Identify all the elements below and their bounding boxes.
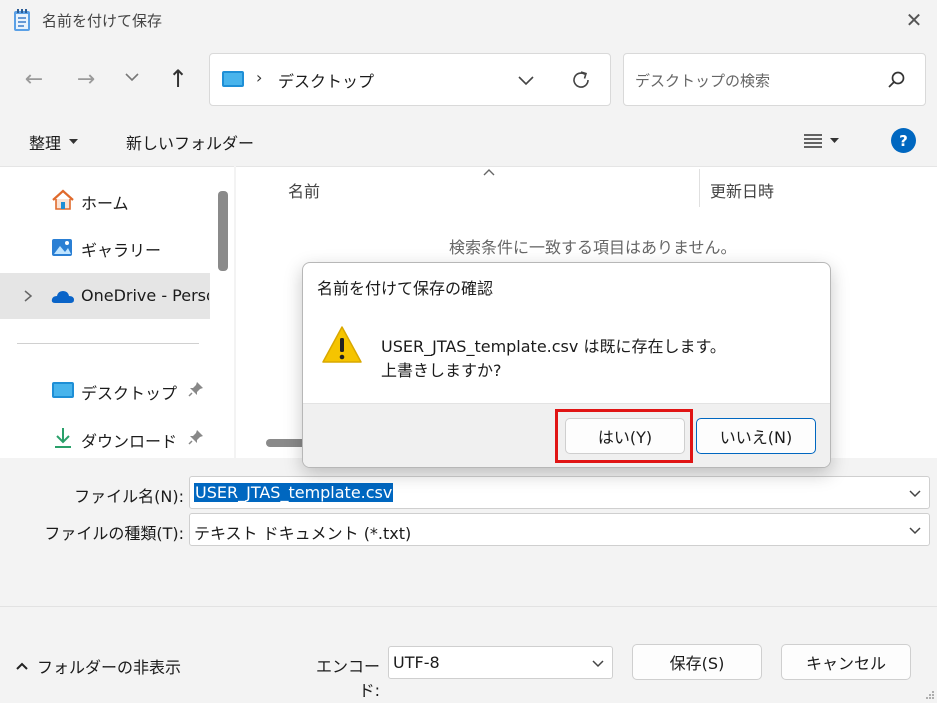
sidebar-scrollbar[interactable]	[213, 167, 234, 459]
resize-grip-icon[interactable]	[925, 690, 935, 700]
caret-down-icon	[830, 138, 839, 143]
filename-label: ファイル名(N):	[74, 487, 184, 506]
forward-button[interactable]: →	[69, 62, 103, 96]
filetype-select[interactable]: テキスト ドキュメント (*.txt)	[189, 513, 930, 546]
up-button[interactable]: ↑	[161, 62, 195, 96]
chevron-down-icon[interactable]	[907, 485, 923, 501]
download-icon	[55, 428, 71, 448]
view-options-button[interactable]	[804, 128, 852, 154]
cancel-button[interactable]: キャンセル	[781, 644, 911, 680]
sidebar-item-desktop[interactable]: デスクトップ	[0, 367, 210, 413]
list-view-icon	[804, 134, 822, 148]
chevron-right-icon[interactable]	[22, 287, 34, 305]
sidebar-item-label: ダウンロード	[81, 432, 178, 451]
back-button[interactable]: ←	[17, 62, 51, 96]
sidebar-item-label: OneDrive - Perso	[81, 286, 209, 305]
save-form: ファイル名(N): USER_JTAS_template.csv ファイルの種類…	[0, 458, 937, 703]
search-input[interactable]: デスクトップの検索	[635, 70, 770, 91]
home-icon	[52, 189, 74, 210]
breadcrumb-separator: ›	[256, 68, 263, 87]
chevron-down-icon[interactable]	[590, 655, 606, 671]
sidebar-item-onedrive[interactable]: OneDrive - Perso	[0, 273, 210, 319]
sort-ascending-icon	[483, 169, 495, 176]
sidebar-item-label: ギャラリー	[81, 241, 162, 260]
command-bar: 整理 新しいフォルダー ?	[0, 116, 937, 166]
dialog-title: 名前を付けて保存の確認	[317, 279, 494, 298]
chevron-down-icon[interactable]	[907, 522, 923, 538]
sidebar-item-home[interactable]: ホーム	[0, 177, 210, 223]
chevron-down-icon	[125, 73, 139, 82]
filetype-label: ファイルの種類(T):	[44, 524, 184, 543]
dialog-button-bar: はい(Y) いいえ(N)	[303, 403, 830, 467]
notepad-app-icon	[14, 9, 30, 31]
refresh-icon[interactable]	[568, 68, 594, 92]
dialog-message-line1: USER_JTAS_template.csv は既に存在します。	[381, 337, 726, 356]
dialog-body: USER_JTAS_template.csv は既に存在します。 上書きしますか…	[303, 307, 830, 403]
filename-combobox[interactable]: USER_JTAS_template.csv	[189, 476, 930, 509]
column-divider[interactable]	[699, 169, 700, 207]
onedrive-icon	[51, 291, 74, 303]
save-button[interactable]: 保存(S)	[632, 644, 762, 680]
sidebar-divider	[17, 343, 199, 344]
gallery-icon	[52, 239, 72, 256]
title-bar: 名前を付けて保存 ✕	[0, 0, 937, 42]
address-bar[interactable]: › デスクトップ	[209, 53, 611, 106]
encoding-value: UTF-8	[393, 653, 440, 672]
forward-arrow-icon: →	[76, 66, 96, 92]
encoding-label: エンコード:	[315, 657, 380, 700]
footer-divider	[0, 606, 937, 607]
close-icon: ✕	[905, 8, 923, 32]
dialog-message-line2: 上書きしますか?	[381, 361, 502, 380]
pin-icon[interactable]	[188, 429, 204, 445]
desktop-folder-icon	[52, 382, 74, 398]
overwrite-confirm-dialog: 名前を付けて保存の確認 USER_JTAS_template.csv は既に存在…	[302, 262, 831, 468]
scrollbar-thumb[interactable]	[266, 439, 306, 447]
search-box[interactable]: デスクトップの検索	[623, 53, 926, 106]
desktop-folder-icon	[222, 71, 244, 87]
hide-folders-label: フォルダーの非表示	[37, 658, 182, 677]
chevron-up-icon	[16, 662, 28, 670]
scrollbar-thumb[interactable]	[218, 191, 228, 271]
filename-input[interactable]: USER_JTAS_template.csv	[194, 483, 394, 502]
pin-icon[interactable]	[188, 381, 204, 397]
organize-label: 整理	[29, 134, 62, 153]
column-header-name[interactable]: 名前	[288, 178, 320, 202]
sidebar-item-label: ホーム	[81, 194, 129, 213]
filename-selected-text: USER_JTAS_template.csv	[194, 483, 394, 502]
sidebar-item-label: デスクトップ	[81, 384, 178, 403]
new-folder-button[interactable]: 新しいフォルダー	[126, 130, 254, 154]
close-button[interactable]: ✕	[898, 6, 930, 34]
sidebar-item-downloads[interactable]: ダウンロード	[0, 415, 210, 461]
column-header-modified[interactable]: 更新日時	[710, 178, 774, 202]
encoding-select[interactable]: UTF-8	[388, 646, 613, 679]
back-arrow-icon: ←	[24, 66, 44, 92]
recent-locations-button[interactable]	[115, 60, 149, 94]
address-history-chevron-icon[interactable]	[514, 69, 538, 91]
navigation-pane: ホーム ギャラリー OneDrive - Perso デスクトップ ダウンロード	[0, 166, 234, 461]
breadcrumb-desktop[interactable]: デスクトップ	[278, 68, 374, 92]
search-icon[interactable]	[886, 70, 906, 90]
filetype-value: テキスト ドキュメント (*.txt)	[194, 524, 412, 543]
hide-folders-toggle[interactable]: フォルダーの非表示	[15, 654, 181, 678]
up-arrow-icon: ↑	[167, 65, 189, 93]
warning-icon	[322, 326, 362, 363]
help-icon: ?	[899, 131, 908, 150]
organize-menu-button[interactable]: 整理	[29, 130, 79, 154]
caret-down-icon	[69, 139, 79, 144]
empty-list-message: 検索条件に一致する項目はありません。	[449, 238, 737, 257]
help-button[interactable]: ?	[891, 128, 916, 153]
window-title: 名前を付けて保存	[42, 12, 163, 30]
yes-button[interactable]: はい(Y)	[565, 418, 685, 454]
no-button[interactable]: いいえ(N)	[696, 418, 816, 454]
sidebar-item-gallery[interactable]: ギャラリー	[0, 224, 210, 270]
